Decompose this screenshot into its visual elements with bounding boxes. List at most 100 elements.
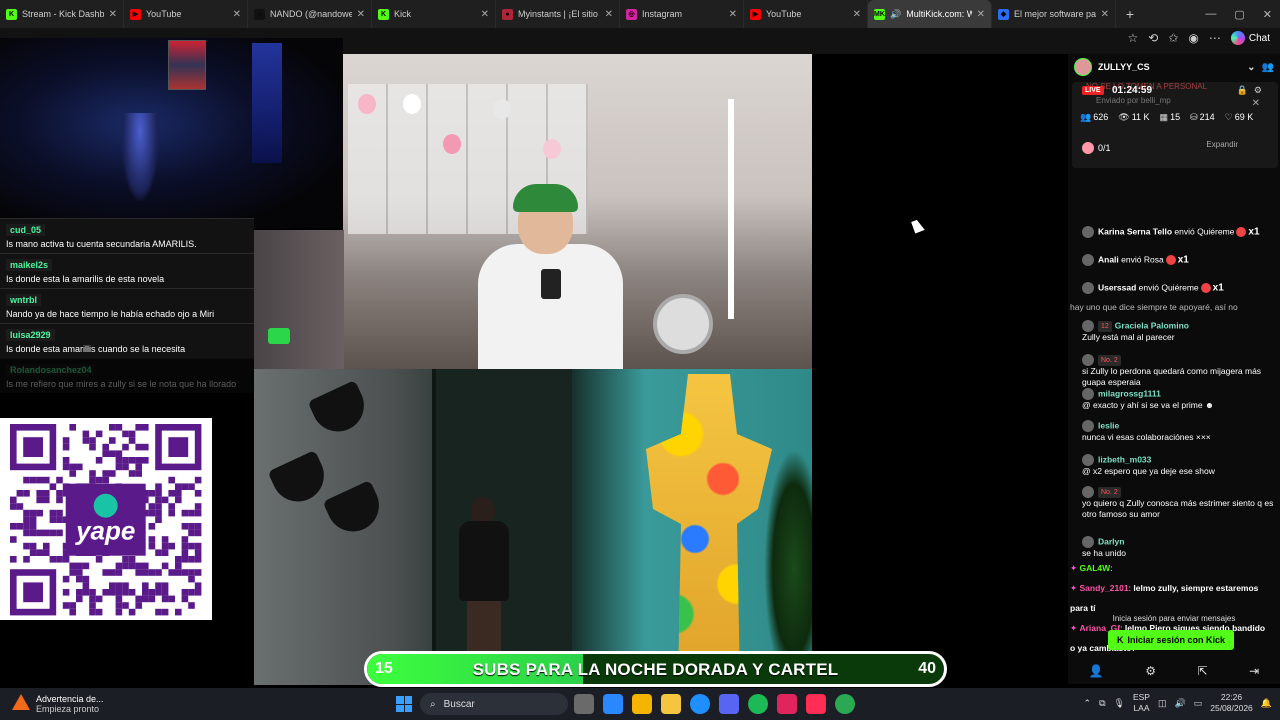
close-icon[interactable]: ✕ [1252,98,1260,109]
tab-close-icon[interactable]: ✕ [357,9,365,20]
maximize-icon[interactable]: ▢ [1234,8,1244,21]
discord-icon[interactable] [719,694,739,714]
tab-close-icon[interactable]: ✕ [605,9,613,20]
qr-module [10,503,17,510]
window-controls: — ▢ ✕ [1205,0,1272,28]
qr-module [161,549,169,556]
channel-name[interactable]: ZULLYY_CS [1098,62,1241,72]
weather-warning-widget[interactable]: Advertencia de... Empieza pronto [12,694,104,714]
stream-side-strip [254,230,344,369]
tab-close-icon[interactable]: ✕ [233,9,241,20]
browser-tab[interactable]: K Stream - Kick Dashboard ✕ [0,0,124,28]
overlay-chat-username: Rolandosanchez04 [6,364,96,376]
minimize-icon[interactable]: — [1205,8,1216,20]
chat-username[interactable]: lizbeth_m033 [1098,454,1151,464]
profile-icon[interactable]: ◉ [1188,31,1198,45]
browser-tab[interactable]: MK 🔊 MultiKick.com: Wat ✕ [868,0,992,28]
chat-text: nunca vi esas colaboraciónes ××× [1082,432,1211,442]
lock-icon[interactable]: 🔒 [1237,85,1248,96]
chat-username[interactable]: Sandy_2101 [1079,583,1128,593]
notification-bell-icon[interactable]: 🔔 [1261,698,1272,709]
mic-icon[interactable]: 🎙 [1114,698,1125,709]
tab-close-icon[interactable]: ✕ [729,9,737,20]
kick-login-button[interactable]: K Iniciar sesión con Kick [1108,630,1234,650]
copilot-chat-button[interactable]: Chat [1230,31,1270,45]
tab-close-icon[interactable]: ✕ [977,9,985,20]
gift-username[interactable]: Anali [1098,254,1119,264]
browser-tab[interactable]: K Kick ✕ [372,0,496,28]
chrome-icon[interactable] [835,694,855,714]
browser-tab[interactable]: ▶ YouTube ✕ [744,0,868,28]
tab-close-icon[interactable]: ✕ [481,9,489,20]
qr-module [188,556,195,563]
browser-tab[interactable]: ◎ Instagram ✕ [620,0,744,28]
tray-chevron-icon[interactable]: ⌃ [1084,698,1092,709]
settings-gear-icon[interactable]: ⚙ [1145,664,1156,678]
gear-icon[interactable]: ⚙ [1254,85,1262,96]
gift-username[interactable]: Userssad [1098,282,1136,292]
qr-module [43,476,50,484]
qr-module [23,556,30,563]
screen: K Stream - Kick Dashboard ✕ ▶ YouTube ✕ ♪ NANDO… [0,0,1280,720]
qr-module [135,470,142,477]
copilot-app-icon[interactable] [632,694,652,714]
chevron-down-icon[interactable]: ⌄ [1247,62,1255,73]
stream-video-top[interactable] [343,54,812,369]
qr-module [194,523,202,530]
tab-close-icon[interactable]: ✕ [853,9,861,20]
browser-tab[interactable]: ● Myinstants | ¡El sitio web ✕ [496,0,620,28]
spotify-icon[interactable] [748,694,768,714]
popout-icon[interactable]: ⇱ [1198,664,1208,678]
star-icon[interactable]: ☆ [1128,31,1139,45]
tab-close-icon[interactable]: ✕ [1101,9,1109,20]
more-icon[interactable]: ⋯ [1209,31,1221,45]
qr-module [102,450,109,457]
edge-icon[interactable] [690,694,710,714]
stream-video-bottom[interactable] [254,369,812,685]
chat-username[interactable]: GAL4W [1079,563,1110,573]
coat-rack [728,99,734,319]
qr-module [161,542,169,550]
extensions-icon[interactable]: ⟲ [1148,31,1158,45]
chat-username[interactable]: milagrossg1111 [1098,388,1161,398]
task-view-icon[interactable] [574,694,594,714]
language-indicator[interactable]: ESP LAA [1133,692,1150,714]
qr-module [175,562,182,570]
streamlabs-icon[interactable] [777,694,797,714]
window-close-icon[interactable]: ✕ [1263,8,1272,21]
tab-speaker-icon[interactable]: 🔊 [890,9,901,20]
wifi-icon[interactable]: ◫ [1158,698,1167,709]
new-tab-button[interactable]: + [1120,6,1140,22]
browser-tab[interactable]: ♪ NANDO (@nandoweed ✕ [248,0,372,28]
gift-username[interactable]: Karina Serna Tello [1098,226,1172,236]
widgets-icon[interactable] [603,694,623,714]
channel-avatar[interactable] [1074,58,1092,76]
qr-module [56,490,63,497]
tiktok-icon[interactable] [806,694,826,714]
qr-module [109,424,116,431]
tab-favicon-icon: ▶ [130,8,141,20]
qr-module [148,542,156,550]
taskbar-search[interactable]: ⌕ Buscar [420,693,568,715]
user-avatar [1082,354,1094,366]
browser-tab[interactable]: ◆ El mejor software para ✕ [992,0,1116,28]
expand-link[interactable]: Expandir [1206,140,1238,149]
tab-close-icon[interactable]: ✕ [109,9,117,20]
chat-username[interactable]: Graciela Palomino [1115,320,1189,330]
network-icon[interactable]: ⧉ [1099,698,1105,709]
chat-username[interactable]: Darlyn [1098,536,1124,546]
battery-icon[interactable]: ▭ [1194,698,1203,709]
chat-username[interactable]: leslie [1098,420,1119,430]
gift-message: Anali envió Rosax1⋯ [1082,254,1280,266]
clock[interactable]: 22:26 25/08/2026 [1210,692,1253,714]
volume-icon[interactable]: 🔊 [1175,698,1186,709]
logout-icon[interactable]: ⇥ [1249,664,1259,678]
users-icon[interactable]: 👥 [1262,62,1274,73]
windows-start-icon[interactable] [396,696,412,712]
qr-module [43,496,50,504]
file-explorer-icon[interactable] [661,694,681,714]
qr-module [135,443,142,451]
favorites-icon[interactable]: ✩ [1168,31,1178,45]
add-user-icon[interactable]: 👤 [1089,664,1104,678]
browser-tab[interactable]: ▶ YouTube ✕ [124,0,248,28]
